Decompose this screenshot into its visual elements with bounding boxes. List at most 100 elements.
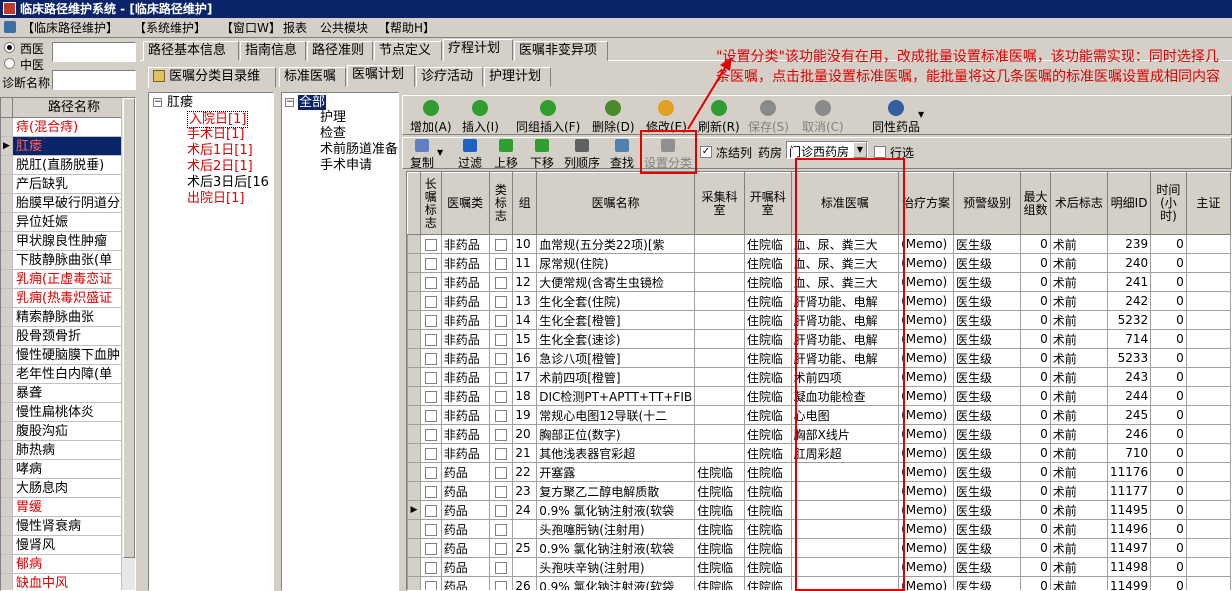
long-order-checkbox[interactable] <box>419 348 442 368</box>
category-node[interactable]: 术前肠道准备 <box>320 142 398 157</box>
pharmacy-select[interactable]: 门诊西药房 ▼ <box>786 141 868 159</box>
drug-button[interactable]: 同性药品 <box>872 100 920 135</box>
cell-post-op-flag[interactable]: 术前 <box>1049 576 1108 590</box>
cell-order-type[interactable]: 药品 <box>440 481 490 501</box>
cell-main-syndrome[interactable] <box>1185 253 1231 273</box>
cell-treatment-plan[interactable]: (Memo) <box>898 329 954 349</box>
cell-order-dept[interactable]: 住院临 <box>743 443 792 463</box>
cell-group[interactable]: 11 <box>512 253 538 273</box>
cell-time-hours[interactable]: 0 <box>1150 443 1187 463</box>
cell-order-dept[interactable]: 住院临 <box>743 557 792 577</box>
cell-order-name[interactable]: 生化全套(速诊) <box>536 329 696 349</box>
cell-max-groups[interactable]: 0 <box>1020 462 1051 482</box>
cell-order-dept[interactable]: 住院临 <box>743 519 792 539</box>
cell-time-hours[interactable]: 0 <box>1150 500 1187 520</box>
col-header-post-op-flag[interactable]: 术后标志 <box>1049 172 1108 235</box>
cell-order-dept[interactable]: 住院临 <box>743 291 792 311</box>
long-order-checkbox[interactable] <box>419 310 442 330</box>
cell-detail-id[interactable]: 242 <box>1106 291 1152 311</box>
col-header-treatment-plan[interactable]: 治疗方案 <box>898 172 954 235</box>
cell-max-groups[interactable]: 0 <box>1020 538 1051 558</box>
cell-order-dept[interactable]: 住院临 <box>743 386 792 406</box>
cell-order-dept[interactable]: 住院临 <box>743 424 792 444</box>
cell-main-syndrome[interactable] <box>1185 386 1231 406</box>
long-order-checkbox[interactable] <box>419 386 442 406</box>
tab-guide-info[interactable]: 指南信息 <box>240 41 306 61</box>
long-order-checkbox[interactable] <box>419 576 442 590</box>
cell-post-op-flag[interactable]: 术前 <box>1049 424 1108 444</box>
cell-collect-dept[interactable] <box>694 348 745 368</box>
col-header-max-groups[interactable]: 最大组数 <box>1020 172 1051 235</box>
category-node[interactable]: 检查 <box>320 126 346 141</box>
cell-post-op-flag[interactable]: 术前 <box>1049 291 1108 311</box>
day-node[interactable]: 术后2日[1] <box>187 159 253 174</box>
cell-warning-level[interactable]: 医生级 <box>952 310 1022 330</box>
cell-collect-dept[interactable]: 住院临 <box>694 462 745 482</box>
cell-detail-id[interactable]: 5233 <box>1106 348 1152 368</box>
cell-collect-dept[interactable] <box>694 367 745 387</box>
copy-button[interactable]: 复制 <box>410 139 434 171</box>
cell-order-name[interactable]: 血常规(五分类22项)[紫 <box>536 234 696 254</box>
cell-warning-level[interactable]: 医生级 <box>952 272 1022 292</box>
cell-time-hours[interactable]: 0 <box>1150 272 1187 292</box>
cell-collect-dept[interactable]: 住院临 <box>694 557 745 577</box>
long-order-checkbox[interactable] <box>419 481 442 501</box>
type-flag-checkbox[interactable] <box>488 405 514 425</box>
cell-warning-level[interactable]: 医生级 <box>952 367 1022 387</box>
cell-order-name[interactable]: 开塞露 <box>536 462 696 482</box>
cell-collect-dept[interactable]: 住院临 <box>694 576 745 590</box>
cell-time-hours[interactable]: 0 <box>1150 576 1187 590</box>
radio-west[interactable] <box>4 42 15 53</box>
cell-post-op-flag[interactable]: 术前 <box>1049 481 1108 501</box>
cell-order-dept[interactable]: 住院临 <box>743 481 792 501</box>
cell-time-hours[interactable]: 0 <box>1150 348 1187 368</box>
type-flag-checkbox[interactable] <box>488 500 514 520</box>
type-flag-checkbox[interactable] <box>488 576 514 590</box>
find-button[interactable]: 查找 <box>610 139 634 171</box>
cell-time-hours[interactable]: 0 <box>1150 481 1187 501</box>
cell-group[interactable]: 22 <box>512 462 538 482</box>
cell-post-op-flag[interactable]: 术前 <box>1049 557 1108 577</box>
cell-group[interactable]: 24 <box>512 500 538 520</box>
cell-time-hours[interactable]: 0 <box>1150 538 1187 558</box>
category-node[interactable]: 护理 <box>320 110 346 125</box>
col-header-group[interactable]: 组 <box>512 172 538 235</box>
type-flag-checkbox[interactable] <box>488 253 514 273</box>
cell-order-name[interactable]: 生化全套[橙管] <box>536 310 696 330</box>
cell-main-syndrome[interactable] <box>1185 538 1231 558</box>
cell-order-type[interactable]: 药品 <box>440 500 490 520</box>
cell-time-hours[interactable]: 0 <box>1150 367 1187 387</box>
pathway-item[interactable]: 痔(混合痔) <box>1 118 135 137</box>
cell-main-syndrome[interactable] <box>1185 291 1231 311</box>
cell-group[interactable] <box>512 557 538 577</box>
cell-collect-dept[interactable] <box>694 291 745 311</box>
type-flag-checkbox[interactable] <box>488 291 514 311</box>
cell-max-groups[interactable]: 0 <box>1020 329 1051 349</box>
cell-order-type[interactable]: 非药品 <box>440 348 490 368</box>
cancel-button[interactable]: 取消(C) <box>802 100 844 135</box>
pathway-item[interactable]: 脱肛(直肠脱垂) <box>1 156 135 175</box>
cell-group[interactable]: 25 <box>512 538 538 558</box>
menu-help[interactable]: 【帮助H】 <box>378 20 435 36</box>
cell-order-name[interactable]: 0.9% 氯化钠注射液(软袋 <box>536 576 696 590</box>
cell-order-type[interactable]: 非药品 <box>440 424 490 444</box>
chevron-down-icon[interactable]: ▼ <box>853 142 867 158</box>
day-tree-root[interactable]: 肛瘘 <box>167 95 193 110</box>
long-order-checkbox[interactable] <box>419 557 442 577</box>
cell-treatment-plan[interactable]: (Memo) <box>898 500 954 520</box>
collapse-icon[interactable]: − <box>285 98 294 107</box>
cell-order-type[interactable]: 药品 <box>440 519 490 539</box>
cell-treatment-plan[interactable]: (Memo) <box>898 367 954 387</box>
cell-treatment-plan[interactable]: (Memo) <box>898 557 954 577</box>
menu-public-modules[interactable]: 公共模块 <box>320 20 368 36</box>
cell-order-dept[interactable]: 住院临 <box>743 253 792 273</box>
cell-order-type[interactable]: 非药品 <box>440 253 490 273</box>
cell-post-op-flag[interactable]: 术前 <box>1049 348 1108 368</box>
filter-button[interactable]: 过滤 <box>458 139 482 171</box>
col-header-collect-dept[interactable]: 采集科室 <box>694 172 745 235</box>
col-header-time-hours[interactable]: 时间(小时) <box>1150 172 1187 235</box>
cell-collect-dept[interactable]: 住院临 <box>694 481 745 501</box>
cell-post-op-flag[interactable]: 术前 <box>1049 310 1108 330</box>
cell-warning-level[interactable]: 医生级 <box>952 329 1022 349</box>
long-order-checkbox[interactable] <box>419 405 442 425</box>
